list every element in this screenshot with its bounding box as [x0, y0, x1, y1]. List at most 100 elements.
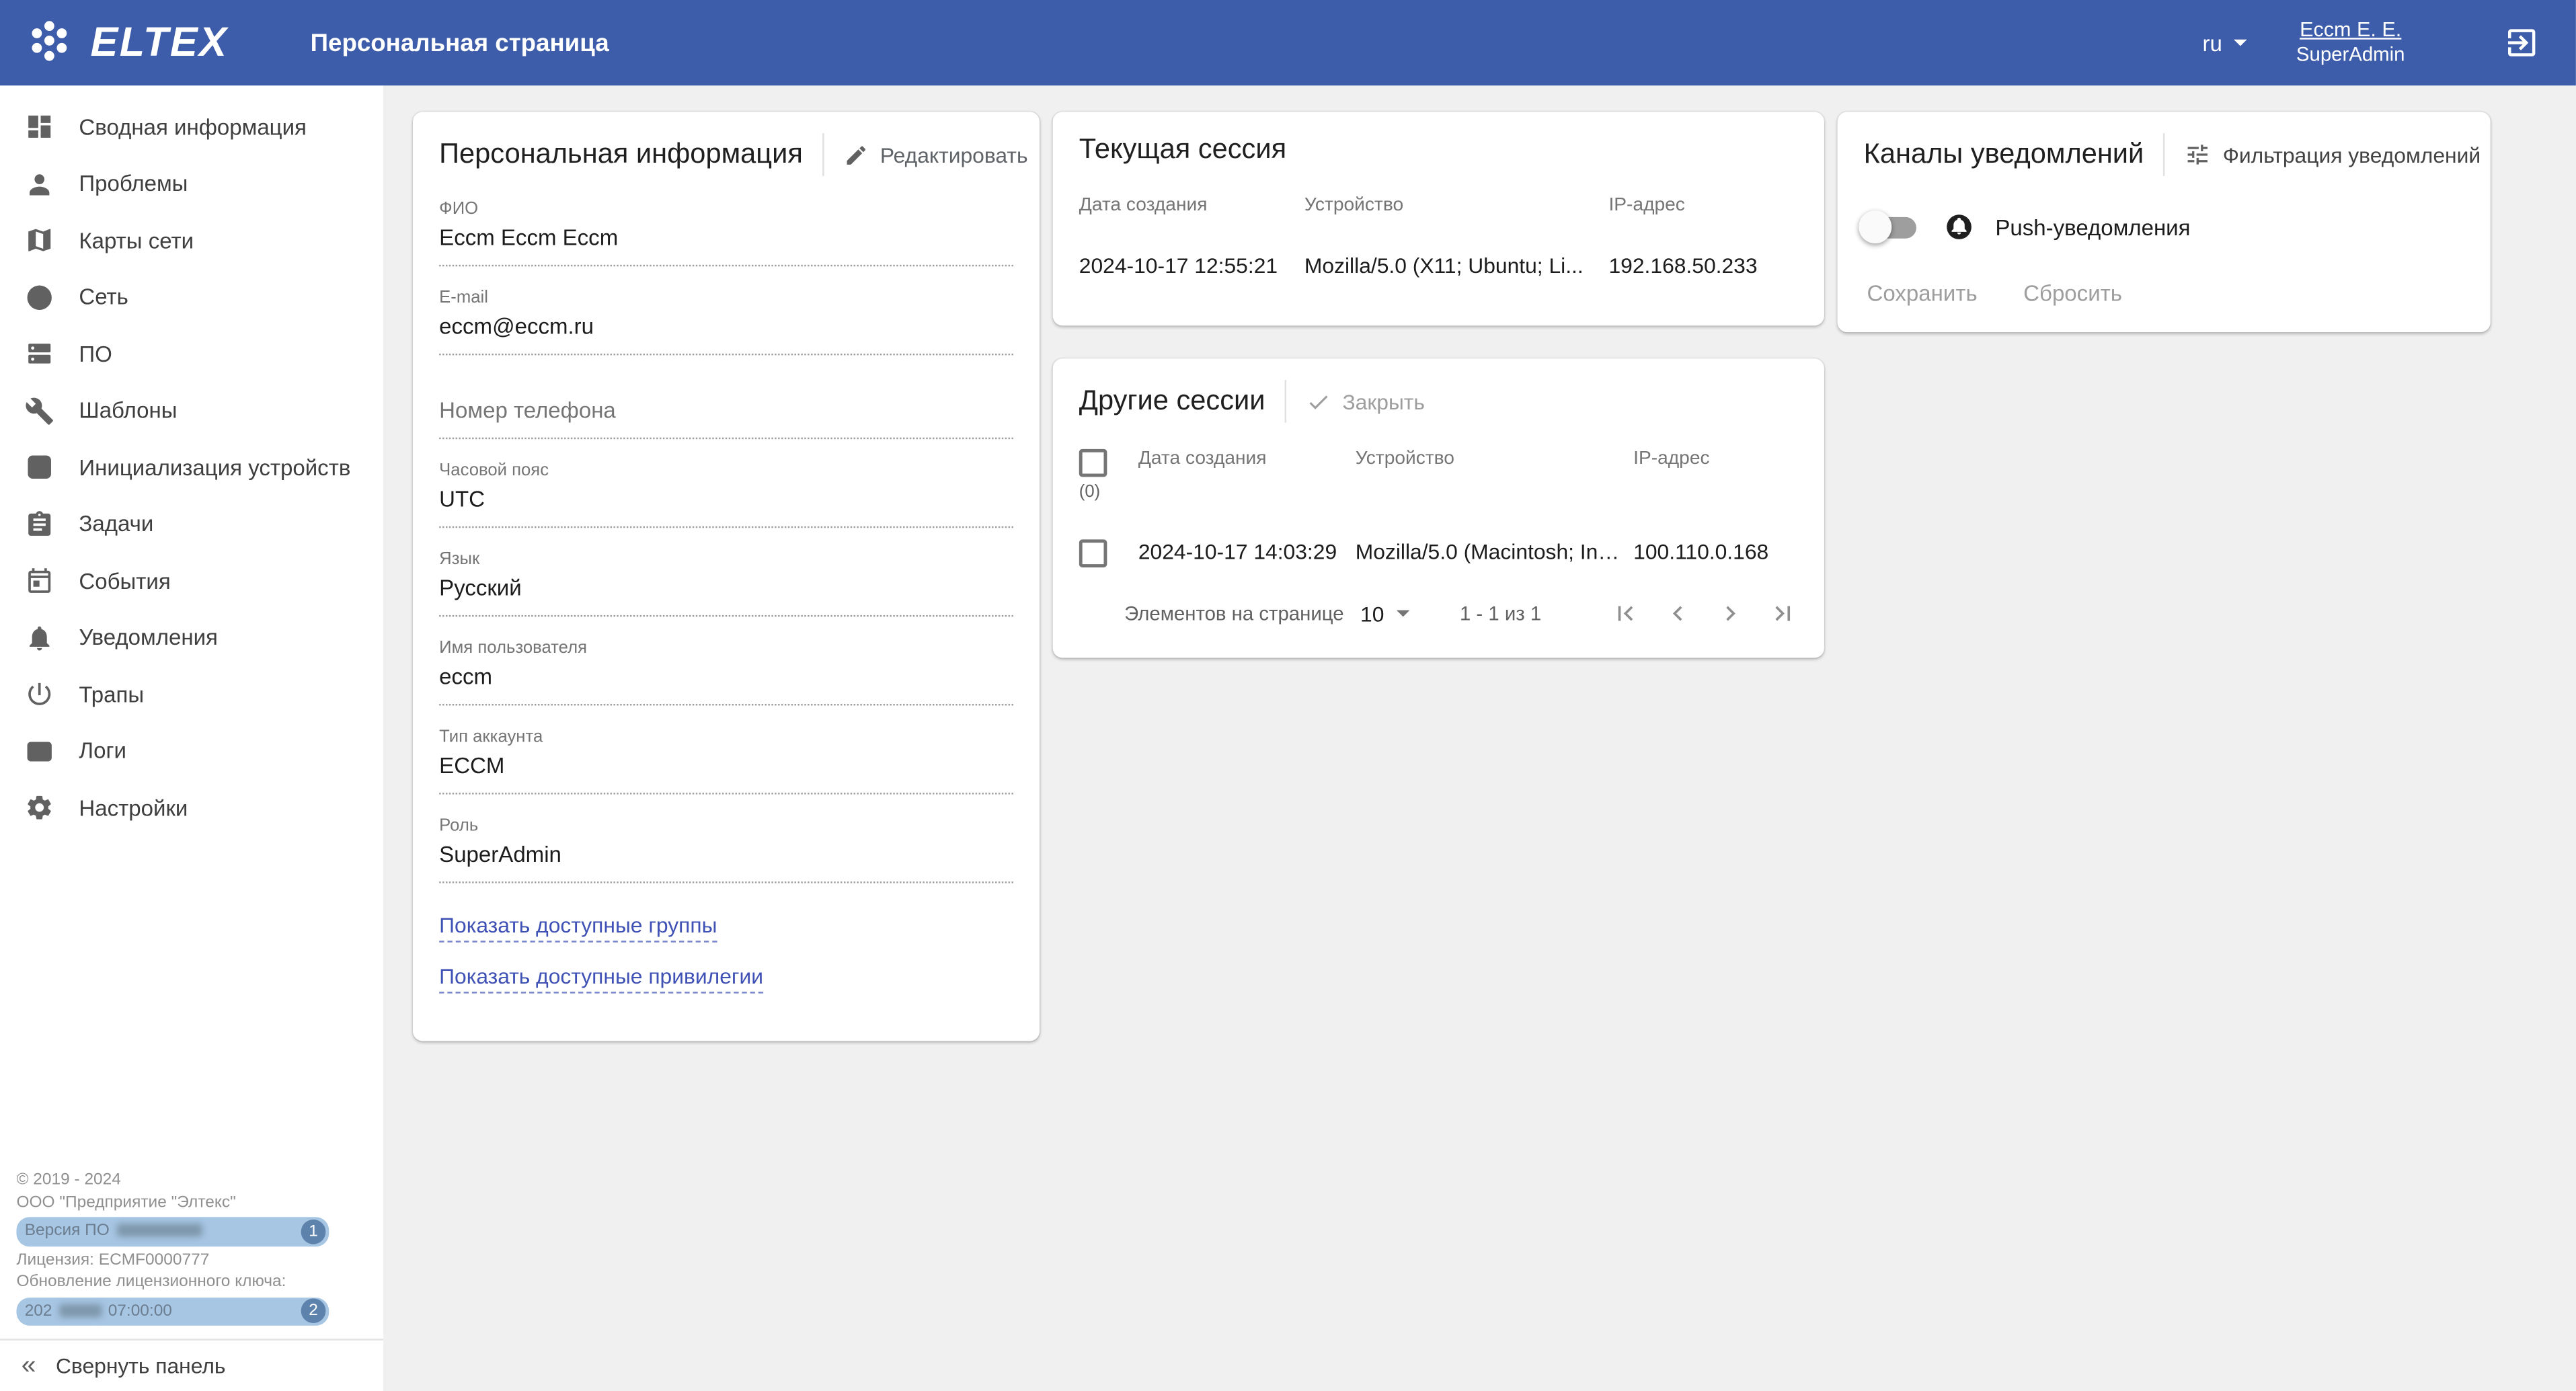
- prev-page-button[interactable]: [1663, 598, 1692, 628]
- first-page-button[interactable]: [1610, 598, 1640, 628]
- push-channel-row: Push-уведомления: [1864, 212, 2464, 242]
- user-menu[interactable]: Eccm E. E. SuperAdmin: [2296, 18, 2405, 67]
- session-ip-cell: 100.110.0.168: [1633, 518, 1798, 589]
- chevron-down-icon: [2234, 40, 2247, 46]
- notification-channels-card: Каналы уведомлений Фильтрация уведомлени…: [1838, 112, 2491, 332]
- toggle-thumb: [1859, 210, 1891, 243]
- wrench-icon: [25, 396, 54, 426]
- first-page-icon: [1610, 598, 1640, 628]
- logout-button[interactable]: [2503, 25, 2540, 61]
- notification-filter-button[interactable]: Фильтрация уведомлений: [2185, 141, 2481, 167]
- field-value: SuperAdmin: [439, 842, 1013, 871]
- sidebar-item-label: Логи: [79, 739, 126, 764]
- session-device-cell: Mozilla/5.0 (X11; Ubuntu; Li...: [1304, 232, 1609, 299]
- language-selector[interactable]: ru: [2202, 30, 2247, 55]
- select-all-cell: (0): [1079, 429, 1138, 518]
- chevron-left-icon: [1663, 598, 1692, 628]
- sidebar-item-label: Настройки: [79, 795, 188, 820]
- sidebar-item-label: Трапы: [79, 682, 144, 707]
- channels-header: Каналы уведомлений Фильтрация уведомлени…: [1864, 133, 2464, 176]
- edit-button[interactable]: Редактировать: [844, 143, 1028, 167]
- field-role: Роль SuperAdmin: [439, 809, 1013, 883]
- push-toggle[interactable]: [1864, 216, 1916, 238]
- select-all-checkbox[interactable]: [1079, 449, 1107, 477]
- sidebar-item-logs[interactable]: LOG Логи: [0, 723, 383, 779]
- push-channel-label: Push-уведомления: [1995, 214, 2190, 239]
- sidebar-item-events[interactable]: События: [0, 553, 383, 609]
- field-label: E-mail: [439, 288, 1013, 307]
- power-icon: [25, 680, 54, 709]
- eltex-logo-icon: [23, 16, 75, 69]
- sidebar-item-templates[interactable]: Шаблоны: [0, 383, 383, 439]
- edit-button-label: Редактировать: [880, 143, 1028, 167]
- sidebar: Сводная информация Проблемы Карты сети С…: [0, 85, 383, 1391]
- sidebar-item-tasks[interactable]: Задачи: [0, 496, 383, 553]
- sidebar-item-network[interactable]: Сеть: [0, 269, 383, 325]
- field-label: Часовой пояс: [439, 461, 1013, 480]
- svg-text:A: A: [35, 462, 44, 476]
- items-per-page-select[interactable]: 10: [1360, 601, 1411, 626]
- session-device-cell: Mozilla/5.0 (Macintosh; Inte...: [1356, 518, 1633, 589]
- sidebar-item-problems[interactable]: Проблемы: [0, 155, 383, 212]
- sidebar-item-summary[interactable]: Сводная информация: [0, 99, 383, 155]
- copyright-text: © 2019 - 2024: [16, 1169, 366, 1191]
- topbar-right: ru Eccm E. E. SuperAdmin: [2202, 18, 2552, 67]
- divider: [2164, 133, 2165, 176]
- gear-icon: [25, 793, 54, 823]
- chevron-right-icon: [1715, 598, 1745, 628]
- sidebar-item-software[interactable]: ПО: [0, 325, 383, 382]
- divider: [822, 133, 824, 176]
- field-fio: ФИО Eccm Eccm Eccm: [439, 192, 1013, 266]
- sidebar-item-traps[interactable]: Трапы: [0, 666, 383, 723]
- last-page-icon: [1768, 598, 1798, 628]
- field-language: Язык Русский: [439, 543, 1013, 617]
- show-groups-link[interactable]: Показать доступные группы: [439, 913, 717, 943]
- topbar: ELTEX Персональная страница ru Eccm E. E…: [0, 0, 2576, 85]
- save-button[interactable]: Сохранить: [1867, 281, 1978, 306]
- user-name-link[interactable]: Eccm E. E.: [2296, 18, 2405, 43]
- other-sessions-header: Другие сессии Закрыть: [1079, 380, 1798, 423]
- sidebar-item-network-maps[interactable]: Карты сети: [0, 212, 383, 269]
- annotation-badge-1: 1: [301, 1219, 326, 1244]
- sidebar-item-device-init[interactable]: A Инициализация устройств: [0, 439, 383, 495]
- sidebar-nav: Сводная информация Проблемы Карты сети С…: [0, 85, 383, 836]
- next-page-button[interactable]: [1715, 598, 1745, 628]
- column-header: Дата создания: [1138, 429, 1356, 518]
- chevron-down-icon: [1397, 610, 1411, 617]
- close-sessions-label: Закрыть: [1342, 389, 1425, 414]
- field-timezone: Часовой пояс UTC: [439, 454, 1013, 528]
- device-init-icon: A: [25, 452, 54, 482]
- show-privileges-link[interactable]: Показать доступные привилегии: [439, 964, 763, 994]
- check-icon: [1306, 389, 1331, 414]
- calendar-icon: [25, 566, 54, 596]
- personal-info-card: Персональная информация Редактировать ФИ…: [413, 112, 1040, 1041]
- map-icon: [25, 226, 54, 255]
- sidebar-footer: © 2019 - 2024 ООО "Предприятие "Элтекс" …: [0, 1169, 383, 1339]
- column-header: IP-адрес: [1633, 429, 1798, 518]
- bell-icon: [25, 623, 54, 653]
- current-session-table: Дата создания Устройство IP-адрес 2024-1…: [1079, 176, 1798, 299]
- sessions-column: Текущая сессия Дата создания Устройство …: [1053, 112, 1824, 658]
- license-update-prefix: 202: [25, 1302, 52, 1320]
- sidebar-item-label: Сеть: [79, 285, 128, 310]
- sidebar-item-label: Инициализация устройств: [79, 455, 350, 480]
- redacted-date: [58, 1304, 102, 1318]
- field-phone: Номер телефона: [439, 370, 1013, 439]
- sidebar-item-settings[interactable]: Настройки: [0, 780, 383, 836]
- current-session-title: Текущая сессия: [1079, 133, 1286, 166]
- sidebar-item-notifications[interactable]: Уведомления: [0, 609, 383, 666]
- field-value: eccm: [439, 664, 1013, 692]
- last-page-button[interactable]: [1768, 598, 1798, 628]
- tune-icon: [2185, 141, 2211, 167]
- close-sessions-button[interactable]: Закрыть: [1306, 389, 1425, 414]
- personal-links: Показать доступные группы Показать досту…: [439, 913, 1013, 994]
- row-checkbox[interactable]: [1079, 539, 1107, 567]
- field-label: ФИО: [439, 199, 1013, 218]
- personal-info-header: Персональная информация Редактировать: [439, 133, 1013, 176]
- field-label: Имя пользователя: [439, 638, 1013, 658]
- collapse-panel-button[interactable]: « Свернуть панель: [0, 1339, 383, 1391]
- reset-button[interactable]: Сбросить: [2023, 281, 2122, 306]
- language-value: ru: [2202, 30, 2222, 55]
- license-text: Лицензия: ECMF0000777: [16, 1249, 366, 1271]
- field-label: Номер телефона: [439, 398, 616, 423]
